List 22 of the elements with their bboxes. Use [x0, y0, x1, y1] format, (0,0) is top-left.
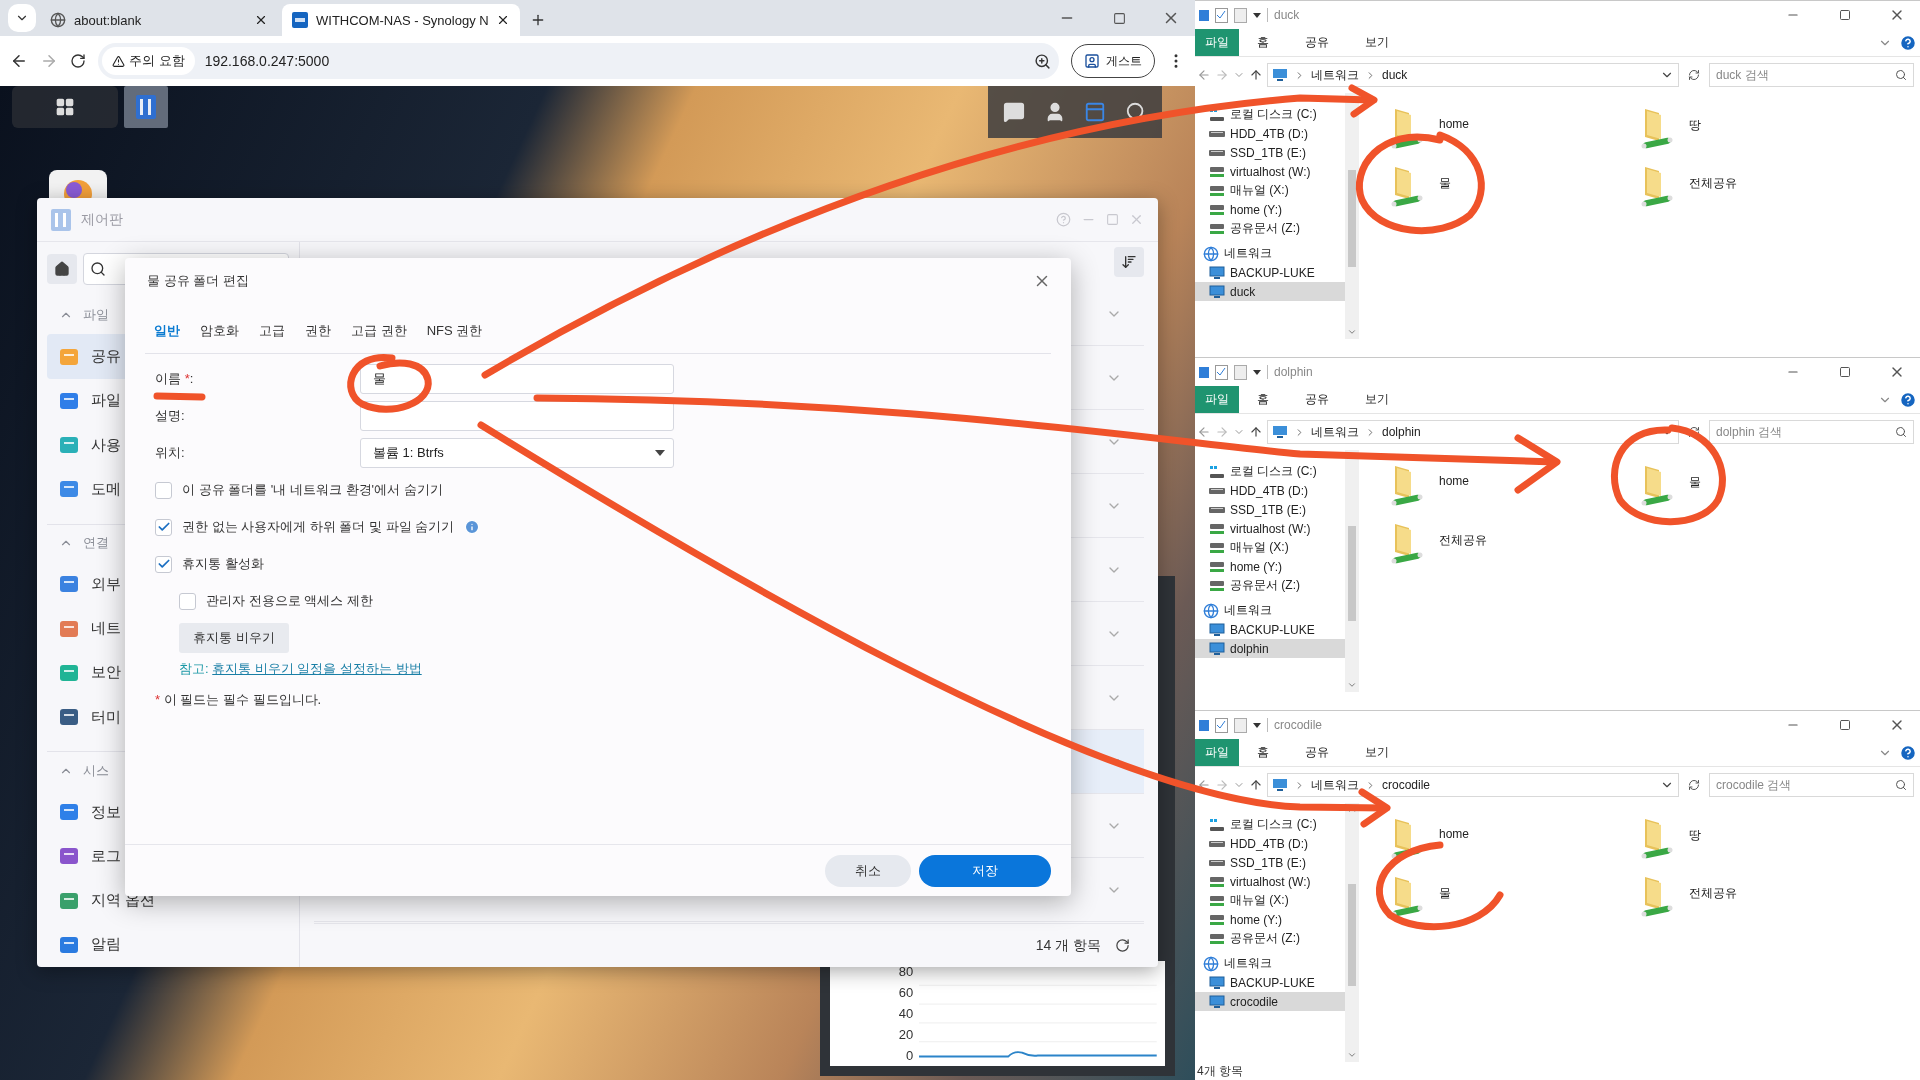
field-label: 이름 *: [155, 370, 195, 388]
window-title: 제어판 [81, 210, 123, 229]
axis-label: 20 [898, 1028, 914, 1041]
axis-label: 0 [906, 1049, 914, 1062]
checkbox-label: 이 공유 폴더를 '내 네트워크 환경'에서 숨기기 [182, 481, 443, 499]
axis-label: 40 [898, 1007, 914, 1020]
axis-label: 60 [898, 986, 914, 999]
axis-label: 80 [898, 965, 914, 978]
item-count: 14 개 항목 [1035, 936, 1101, 955]
field-label: 설명: [155, 407, 186, 425]
dialog-title: 물 공유 폴더 편집 [147, 272, 249, 290]
window-title: crocodile [1267, 718, 1323, 732]
window-title: duck [1267, 8, 1300, 22]
checkbox-label: 관리자 전용으로 액세스 제한 [206, 592, 373, 610]
checkbox-label: 권한 없는 사용자에게 하위 폴더 및 파일 숨기기 [182, 518, 455, 536]
help-note: 참고: 휴지통 비우기 일정을 설정하는 방법 [179, 660, 423, 678]
window-title: dolphin [1267, 365, 1313, 379]
url-text: 192.168.0.247:5000 [204, 53, 331, 69]
checkbox-label: 휴지통 활성화 [182, 555, 264, 573]
field-label: 위치: [155, 444, 186, 462]
status-text: 4개 항목 [1197, 1062, 1243, 1080]
required-note: * 이 필드는 필수 필드입니다. [155, 691, 323, 709]
